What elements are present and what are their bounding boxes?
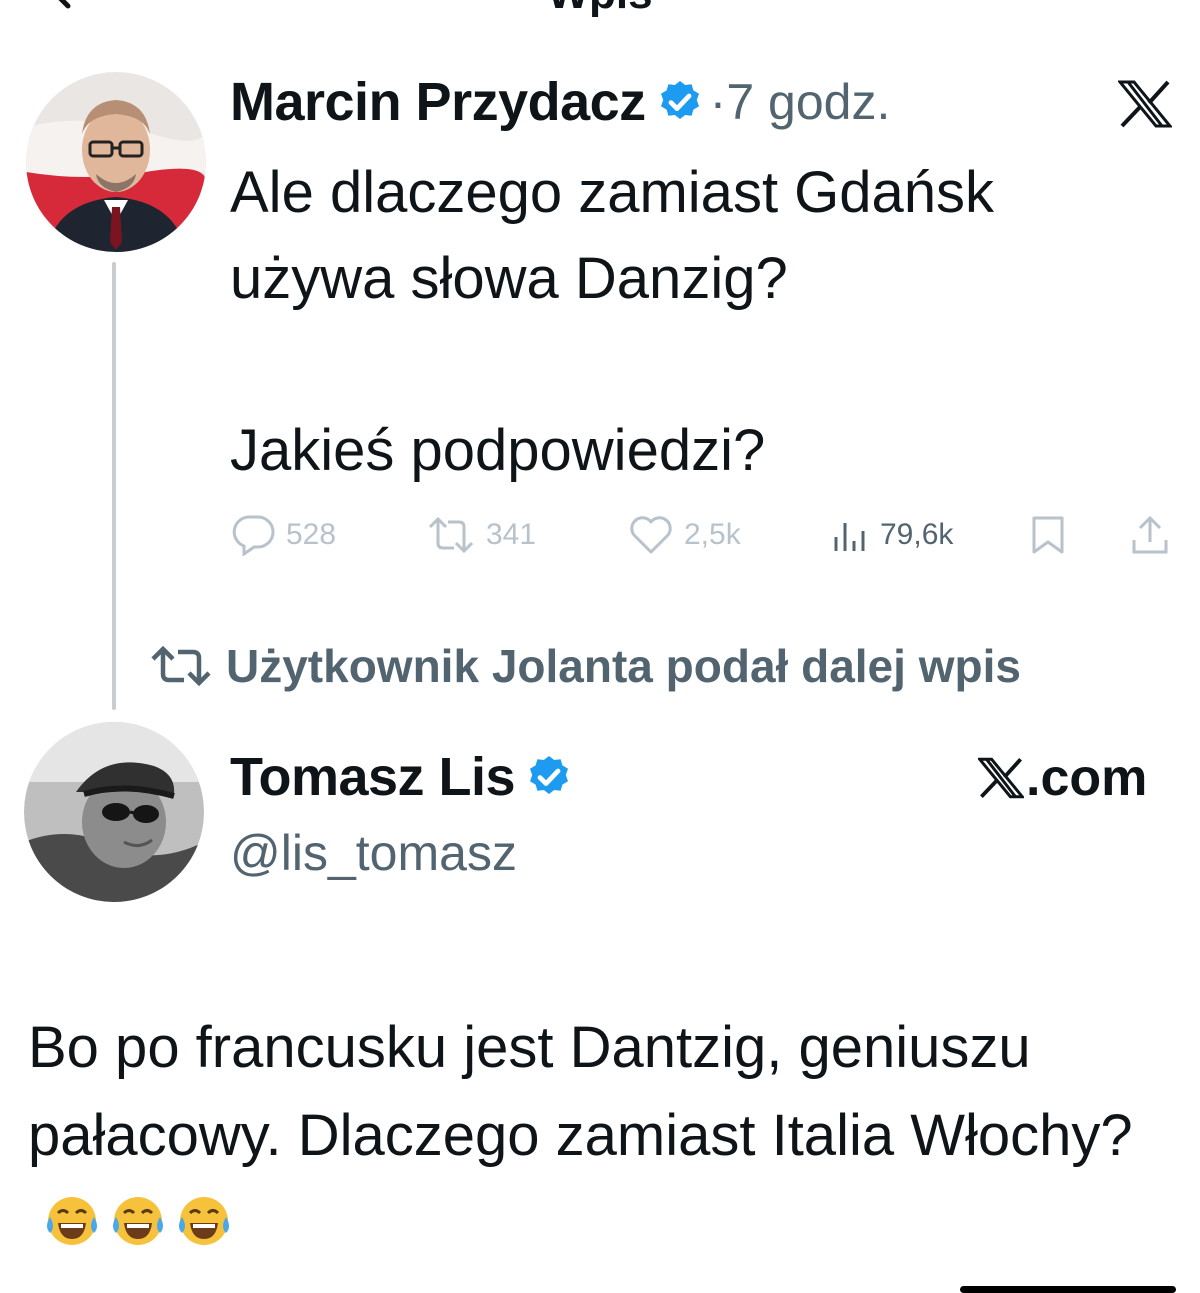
views-button[interactable]: 79,6k [830, 510, 953, 560]
tweet-line: Ale dlaczego zamiast Gdańsk [230, 160, 995, 225]
like-count: 2,5k [684, 518, 741, 551]
repost-button[interactable]: 341 [426, 510, 536, 560]
bookmark-icon [1032, 516, 1064, 554]
tears-of-joy-emoji [113, 1197, 163, 1245]
x-logo-icon [1116, 80, 1174, 128]
reply-author-handle[interactable]: @lis_tomasz [230, 824, 517, 882]
page-title: Wpis [0, 0, 1200, 16]
reply-author-name[interactable]: Tomasz Lis [230, 746, 516, 808]
emoji-group [42, 1191, 240, 1251]
x-logo-icon [978, 757, 1024, 799]
like-button[interactable]: 2,5k [628, 510, 741, 560]
tears-of-joy-emoji [179, 1197, 229, 1245]
tweet-timestamp[interactable]: ·7 godz. [710, 73, 891, 131]
verified-badge-icon [530, 756, 569, 794]
tears-of-joy-emoji [47, 1197, 97, 1245]
heart-icon [630, 516, 672, 554]
reply-button[interactable]: 528 [230, 510, 336, 560]
repost-icon [428, 516, 474, 554]
home-indicator [960, 1286, 1176, 1293]
tweet-line: Jakieś podpowiedzi? [230, 418, 766, 483]
bookmark-button[interactable] [1030, 510, 1076, 560]
reply-count: 528 [286, 518, 337, 551]
tweet-line: używa słowa Danzig? [230, 246, 788, 311]
views-count: 79,6k [880, 518, 954, 551]
reply-author-avatar[interactable] [24, 722, 204, 902]
retweet-icon [151, 646, 211, 686]
thread-connector-line [112, 262, 116, 710]
retweet-notice-text: Użytkownik Jolanta podał dalej wpis [226, 640, 1021, 692]
source-label: .com [978, 748, 1147, 808]
reply-text: Bo po francusku jest Dantzig, geniuszu p… [28, 1015, 1133, 1168]
source-label-text: .com [1026, 749, 1148, 807]
reply-body: Bo po francusku jest Dantzig, geniuszu p… [28, 1004, 1178, 1268]
verified-badge-icon [660, 81, 699, 119]
tweet-action-bar: 528 341 2,5k 79,6k [230, 510, 1175, 560]
author-name[interactable]: Marcin Przydacz [230, 71, 646, 133]
share-icon [1132, 515, 1168, 554]
retweet-notice[interactable]: Użytkownik Jolanta podał dalej wpis [150, 636, 1021, 696]
tweet-body: Ale dlaczego zamiast Gdańsk używa słowa … [230, 150, 1180, 494]
reply-icon [232, 515, 275, 556]
tweet-header: Marcin Przydacz ·7 godz. [230, 72, 890, 132]
repost-count: 341 [486, 518, 537, 551]
views-chart-icon [834, 523, 865, 551]
share-button[interactable] [1130, 510, 1180, 560]
reply-header: Tomasz Lis [230, 746, 573, 808]
author-avatar[interactable] [26, 72, 206, 252]
